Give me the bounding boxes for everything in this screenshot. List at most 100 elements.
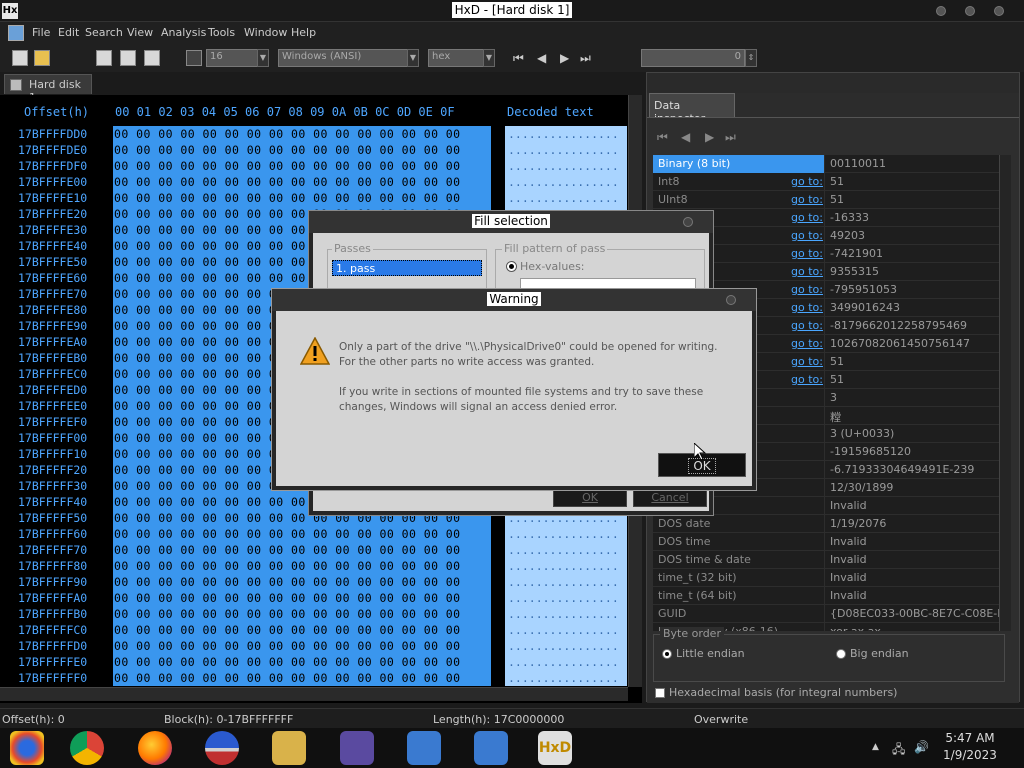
export-icon[interactable] (144, 50, 160, 66)
goto-link[interactable]: go to: (791, 337, 823, 350)
inspector-row[interactable]: Int8 go to: 51 (653, 173, 999, 191)
menu-file[interactable]: File (32, 26, 50, 39)
menu-analysis[interactable]: Analysis (161, 26, 206, 39)
hex-horizontal-scrollbar[interactable] (0, 687, 628, 701)
first-page-icon[interactable]: ⏮ (513, 51, 524, 66)
goto-link[interactable]: go to: (791, 301, 823, 314)
last-page-icon[interactable]: ⏭ (580, 51, 591, 66)
hex-row[interactable]: 00 00 00 00 00 00 00 00 00 00 00 00 00 0… (114, 574, 461, 590)
charset-select[interactable]: Windows (ANSI) (278, 49, 408, 67)
goto-link[interactable]: go to: (791, 175, 823, 188)
chevron-down-icon[interactable]: ▼ (407, 49, 419, 67)
save-icon[interactable] (96, 50, 112, 66)
spin-icon[interactable]: ⇕ (745, 49, 757, 67)
inspector-row[interactable]: UInt8 go to: 51 (653, 191, 999, 209)
inspector-row[interactable]: time_t (32 bit) Invalid (653, 569, 999, 587)
hex-values-radio[interactable] (506, 261, 517, 272)
inspector-scrollbar[interactable] (999, 155, 1011, 631)
network-people-icon[interactable] (340, 731, 374, 765)
decoded-row[interactable]: ................ (508, 622, 619, 638)
hex-row[interactable]: 00 00 00 00 00 00 00 00 00 00 00 00 00 0… (114, 526, 461, 542)
goto-link[interactable]: go to: (791, 283, 823, 296)
firefox-icon[interactable] (138, 731, 172, 765)
hex-row[interactable]: 00 00 00 00 00 00 00 00 00 00 00 00 00 0… (114, 670, 461, 686)
hex-row[interactable]: 00 00 00 00 00 00 00 00 00 00 00 00 00 0… (114, 174, 461, 190)
chevron-down-icon[interactable]: ▼ (483, 49, 495, 67)
pass-list-item[interactable]: 1. pass (332, 260, 482, 276)
hex-row[interactable]: 00 00 00 00 00 00 00 00 00 00 00 00 00 0… (114, 542, 461, 558)
goto-link[interactable]: go to: (791, 355, 823, 368)
goto-link[interactable]: go to: (791, 319, 823, 332)
document-icon[interactable] (8, 25, 24, 41)
menu-tools[interactable]: Tools (208, 26, 235, 39)
decoded-row[interactable]: ................ (508, 590, 619, 606)
previous-page-icon[interactable]: ◀ (537, 51, 546, 65)
next-page-icon[interactable]: ▶ (560, 51, 569, 65)
hex-row[interactable]: 00 00 00 00 00 00 00 00 00 00 00 00 00 0… (114, 590, 461, 606)
close-button[interactable] (994, 6, 1004, 16)
goto-link[interactable]: go to: (791, 193, 823, 206)
open-folder-icon[interactable] (34, 50, 50, 66)
inspector-row[interactable]: DOS date 1/19/2076 (653, 515, 999, 533)
clock-date[interactable]: 1/9/2023 (935, 748, 1005, 762)
bytes-per-row-select[interactable]: 16 (206, 49, 258, 67)
clock-time[interactable]: 5:47 AM (935, 731, 1005, 745)
goto-link[interactable]: go to: (791, 373, 823, 386)
hex-basis-checkbox[interactable] (655, 688, 665, 698)
decoded-row[interactable]: ................ (508, 190, 619, 206)
chevron-up-icon[interactable]: ▲ (872, 742, 879, 752)
offset-base-select[interactable]: hex (428, 49, 484, 67)
big-endian-radio[interactable] (836, 649, 846, 659)
goto-link[interactable]: go to: (791, 211, 823, 224)
volume-icon[interactable]: 🔊 (914, 740, 929, 754)
decoded-row[interactable]: ................ (508, 158, 619, 174)
maximize-button[interactable] (965, 6, 975, 16)
network-icon[interactable]: 🖧 (892, 740, 905, 761)
goto-link[interactable]: go to: (791, 247, 823, 260)
minimize-button[interactable] (936, 6, 946, 16)
menu-edit[interactable]: Edit (58, 26, 79, 39)
hex-row[interactable]: 00 00 00 00 00 00 00 00 00 00 00 00 00 0… (114, 606, 461, 622)
decoded-row[interactable]: ................ (508, 526, 619, 542)
decoded-row[interactable]: ................ (508, 542, 619, 558)
inspector-row[interactable]: DOS time Invalid (653, 533, 999, 551)
file-explorer-icon[interactable] (272, 731, 306, 765)
inspector-row[interactable]: time_t (64 bit) Invalid (653, 587, 999, 605)
campaign-logo-icon[interactable] (205, 731, 239, 765)
setup-disk-icon[interactable] (407, 731, 441, 765)
tab-hard-disk-1[interactable]: Hard disk 1 (4, 74, 92, 104)
chrome-icon[interactable] (70, 731, 104, 765)
tab-data-inspector[interactable]: Data inspector (649, 93, 735, 125)
hex-row[interactable]: 00 00 00 00 00 00 00 00 00 00 00 00 00 0… (114, 158, 461, 174)
chevron-down-icon[interactable]: ▼ (257, 49, 269, 67)
little-endian-radio[interactable] (662, 649, 672, 659)
hex-row[interactable]: 00 00 00 00 00 00 00 00 00 00 00 00 00 0… (114, 638, 461, 654)
decoded-row[interactable]: ................ (508, 606, 619, 622)
decoded-row[interactable]: ................ (508, 670, 619, 686)
hex-row[interactable]: 00 00 00 00 00 00 00 00 00 00 00 00 00 0… (114, 190, 461, 206)
previous-icon[interactable]: ◀ (681, 130, 690, 144)
inspector-row[interactable]: Binary (8 bit) 00110011 (653, 155, 999, 173)
menu-search[interactable]: Search (85, 26, 123, 39)
save-all-icon[interactable] (120, 50, 136, 66)
hex-row[interactable]: 00 00 00 00 00 00 00 00 00 00 00 00 00 0… (114, 558, 461, 574)
next-icon[interactable]: ▶ (705, 130, 714, 144)
menu-view[interactable]: View (127, 26, 153, 39)
menu-help[interactable]: Help (291, 26, 316, 39)
new-file-icon[interactable] (12, 50, 28, 66)
hxd-taskbar-icon[interactable]: HxD (538, 731, 572, 765)
decoded-row[interactable]: ................ (508, 174, 619, 190)
decoded-row[interactable]: ................ (508, 638, 619, 654)
decoded-row[interactable]: ................ (508, 126, 619, 142)
goto-link[interactable]: go to: (791, 265, 823, 278)
decoded-row[interactable]: ................ (508, 558, 619, 574)
hex-row[interactable]: 00 00 00 00 00 00 00 00 00 00 00 00 00 0… (114, 654, 461, 670)
inspector-row[interactable]: GUID {D08EC033-00BC-8E7C-C08E-D8BE (653, 605, 999, 623)
decoded-row[interactable]: ................ (508, 654, 619, 670)
decoded-row[interactable]: ................ (508, 574, 619, 590)
decoded-row[interactable]: ................ (508, 142, 619, 158)
hex-row[interactable]: 00 00 00 00 00 00 00 00 00 00 00 00 00 0… (114, 126, 461, 142)
hex-row[interactable]: 00 00 00 00 00 00 00 00 00 00 00 00 00 0… (114, 142, 461, 158)
setup-disk-icon[interactable] (474, 731, 508, 765)
last-icon[interactable]: ⏭ (725, 130, 736, 145)
